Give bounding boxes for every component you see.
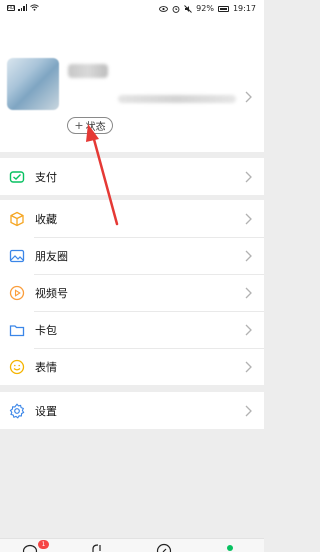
chevron-right-icon: [245, 250, 252, 261]
status-bar: HD 92% 19:17: [0, 0, 264, 18]
menu-item-moments[interactable]: 朋友圈: [0, 237, 264, 274]
menu-item-settings[interactable]: 设置: [0, 392, 264, 429]
menu-item-label: 支付: [35, 170, 57, 184]
me-tab-icon[interactable]: [222, 543, 238, 552]
wallet-icon: [9, 170, 25, 183]
clock: 19:17: [232, 4, 256, 13]
chevron-right-icon: [245, 213, 252, 224]
add-status-button[interactable]: + 状态: [67, 117, 113, 134]
chevron-right-icon: [245, 287, 252, 298]
chevron-right-icon: [245, 91, 252, 103]
profile-header[interactable]: + 状态: [0, 18, 264, 152]
card-icon: [9, 324, 25, 336]
menu-item-stickers[interactable]: 表情: [0, 348, 264, 385]
gear-icon: [9, 402, 25, 419]
signal-icon: [18, 4, 27, 11]
menu-item-pay[interactable]: 支付: [0, 158, 264, 195]
status-right: 92% 19:17: [159, 4, 256, 13]
menu-item-label: 视频号: [35, 286, 68, 300]
menu-item-favorites[interactable]: 收藏: [0, 200, 264, 237]
status-button-label: 状态: [85, 122, 106, 133]
menu-item-label: 表情: [35, 360, 57, 374]
menu-item-label: 朋友圈: [35, 249, 68, 263]
contacts-tab-icon[interactable]: [90, 543, 106, 552]
smile-icon: [9, 359, 25, 374]
unread-badge: 1: [38, 540, 49, 549]
menu-item-label: 设置: [35, 404, 57, 418]
plus-icon: +: [74, 119, 84, 132]
chat-tab-icon[interactable]: [22, 543, 38, 552]
menu-group-settings: 设置: [0, 392, 264, 429]
chevron-right-icon: [245, 324, 252, 335]
hd-icon: HD: [7, 4, 15, 11]
status-left: HD: [7, 4, 39, 11]
chevron-right-icon: [245, 361, 252, 372]
alarm-icon: [172, 5, 180, 13]
avatar[interactable]: [7, 58, 59, 110]
mute-icon: [184, 4, 192, 13]
chevron-right-icon: [245, 405, 252, 416]
menu-item-channels[interactable]: 视频号: [0, 274, 264, 311]
wifi-icon: [30, 4, 39, 11]
menu-group-main: 收藏 朋友圈 视频号 卡包 表情: [0, 200, 264, 385]
menu-item-label: 收藏: [35, 212, 57, 226]
chevron-right-icon: [245, 171, 252, 182]
menu-item-cards[interactable]: 卡包: [0, 311, 264, 348]
nickname-blurred: [68, 64, 108, 78]
discover-tab-icon[interactable]: [156, 543, 172, 552]
cube-icon: [10, 211, 24, 226]
battery-percent: 92%: [196, 4, 214, 13]
menu-group-pay: 支付: [0, 158, 264, 195]
image-icon: [9, 249, 25, 262]
battery-icon: [217, 5, 229, 12]
menu-item-label: 卡包: [35, 323, 57, 337]
play-icon: [9, 285, 25, 300]
eye-icon: [159, 5, 169, 12]
wechat-id-blurred: [118, 95, 236, 103]
